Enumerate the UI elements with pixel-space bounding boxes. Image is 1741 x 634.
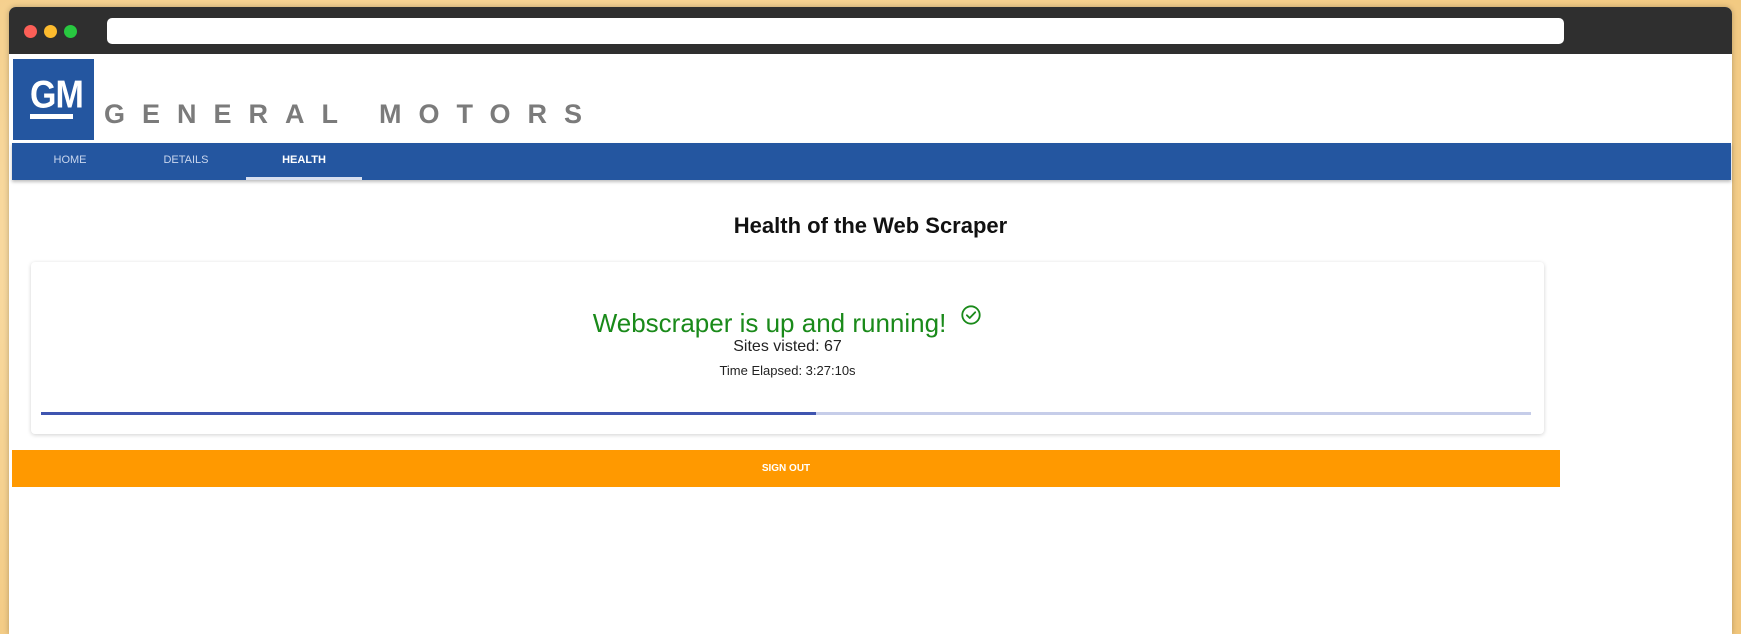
page-title: Health of the Web Scraper — [733, 213, 1008, 238]
status-message: Webscraper is up and running! — [592, 308, 947, 338]
close-window-button[interactable] — [24, 25, 37, 38]
maximize-window-button[interactable] — [64, 25, 77, 38]
address-bar[interactable] — [107, 18, 1564, 44]
status-line: Webscraper is up and running! — [31, 304, 1544, 339]
progress-bar — [41, 412, 1531, 415]
progress-bar-fill — [41, 412, 816, 415]
tab-home[interactable]: HOME — [26, 143, 114, 180]
sites-visited: Sites visted: 67 — [733, 338, 842, 355]
tab-details[interactable]: DETAILS — [130, 143, 242, 180]
health-status-card: Webscraper is up and running! Sites vist… — [31, 262, 1544, 434]
minimize-window-button[interactable] — [44, 25, 57, 38]
page-header: GM GENERAL MOTORS — [9, 54, 1732, 150]
sign-out-button[interactable]: SIGN OUT — [12, 450, 1560, 487]
check-circle-icon — [961, 305, 981, 325]
brand-wordmark: GENERAL MOTORS — [104, 99, 600, 129]
browser-titlebar — [9, 7, 1732, 54]
time-elapsed: Time Elapsed: 3:27:10s — [719, 363, 856, 378]
gm-logo-text: GM — [30, 73, 84, 117]
nav-bar: HOME DETAILS HEALTH — [12, 143, 1731, 180]
gm-logo[interactable]: GM — [13, 59, 94, 140]
tab-health[interactable]: HEALTH — [246, 143, 362, 180]
gm-logo-underline — [30, 114, 73, 119]
